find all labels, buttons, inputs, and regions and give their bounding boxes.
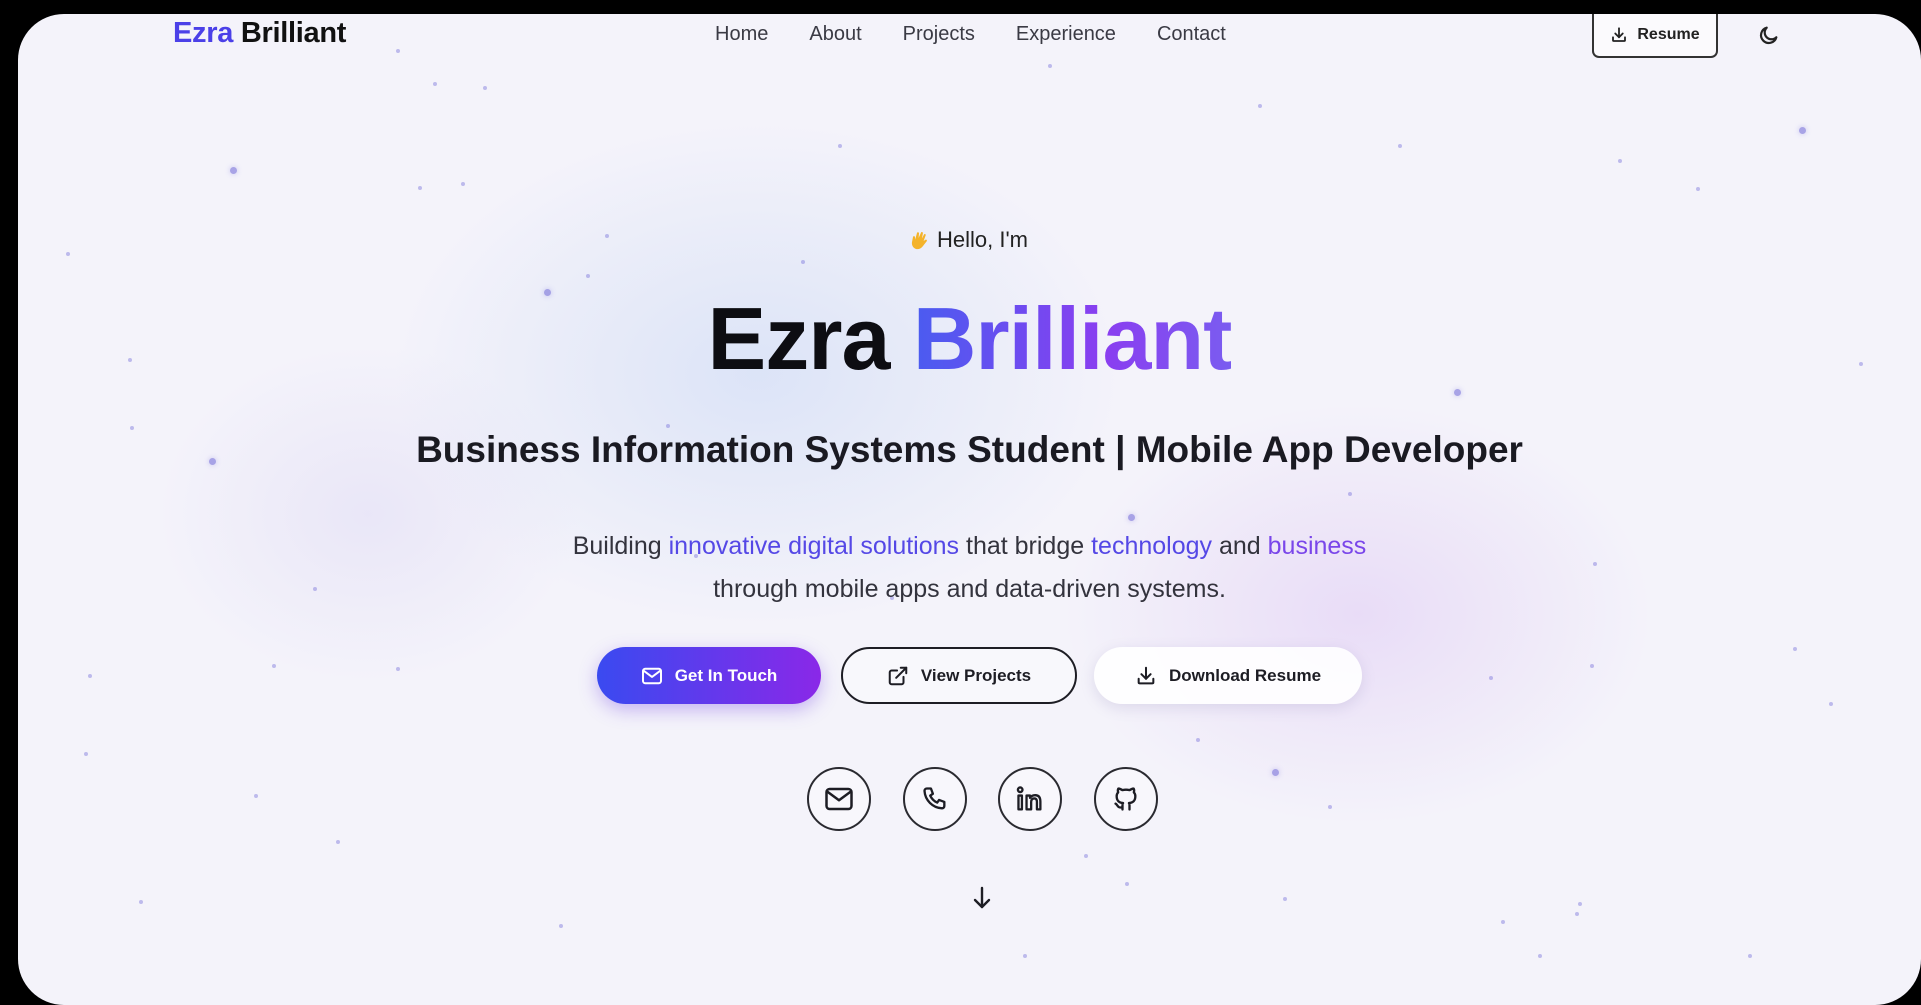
get-in-touch-button[interactable]: Get In Touch bbox=[597, 647, 821, 704]
phone-icon[interactable] bbox=[903, 767, 967, 831]
hero-last-name: Brilliant bbox=[912, 289, 1233, 388]
hero-name: Ezra Brilliant bbox=[18, 289, 1921, 389]
mail-icon[interactable] bbox=[807, 767, 871, 831]
nav-projects[interactable]: Projects bbox=[903, 23, 975, 46]
greeting-text: Hello, I'm bbox=[937, 227, 1028, 252]
resume-button[interactable]: Resume bbox=[1592, 14, 1718, 58]
site-logo[interactable]: Ezra Brilliant bbox=[173, 17, 346, 50]
view-projects-button[interactable]: View Projects bbox=[841, 647, 1077, 704]
resume-label: Resume bbox=[1637, 26, 1700, 43]
logo-last-name: Brilliant bbox=[240, 17, 347, 49]
greeting: Hello, I'm bbox=[18, 227, 1921, 253]
page-frame: Ezra Brilliant Home About Projects Exper… bbox=[18, 14, 1921, 1005]
logo-first-name: Ezra bbox=[173, 17, 234, 49]
download-resume-label: Download Resume bbox=[1168, 665, 1322, 685]
download-icon bbox=[1610, 26, 1628, 44]
waving-hand-icon bbox=[911, 230, 929, 250]
nav-about[interactable]: About bbox=[809, 23, 861, 46]
mail-icon bbox=[641, 667, 663, 685]
download-resume-button[interactable]: Download Resume bbox=[1094, 647, 1362, 704]
linkedin-icon[interactable] bbox=[998, 767, 1062, 831]
github-icon[interactable] bbox=[1094, 767, 1158, 831]
desc-highlight: business bbox=[1267, 532, 1367, 560]
external-link-icon bbox=[887, 665, 909, 687]
desc-highlight: innovative digital solutions bbox=[668, 532, 960, 560]
description-line-2: through mobile apps and data-driven syst… bbox=[713, 575, 1226, 603]
description-line-1: Building innovative digital solutions th… bbox=[18, 525, 1921, 568]
desc-text: Building bbox=[572, 532, 669, 560]
nav-experience[interactable]: Experience bbox=[1016, 23, 1116, 46]
hero-first-name: Ezra bbox=[707, 289, 891, 388]
download-icon bbox=[1135, 665, 1157, 687]
arrow-down-icon[interactable] bbox=[970, 885, 994, 911]
main-nav: Home About Projects Experience Contact bbox=[715, 23, 1267, 46]
view-projects-label: View Projects bbox=[920, 665, 1032, 685]
desc-text: and bbox=[1212, 532, 1268, 560]
hero-role: Business Information Systems Student | M… bbox=[416, 429, 1523, 470]
nav-contact[interactable]: Contact bbox=[1157, 23, 1226, 46]
nav-home[interactable]: Home bbox=[715, 23, 768, 46]
hero-description: Building innovative digital solutions th… bbox=[18, 525, 1921, 611]
moon-icon[interactable] bbox=[1758, 24, 1780, 46]
desc-highlight: technology bbox=[1091, 532, 1213, 560]
get-in-touch-label: Get In Touch bbox=[674, 665, 778, 685]
desc-text: that bridge bbox=[959, 532, 1092, 560]
